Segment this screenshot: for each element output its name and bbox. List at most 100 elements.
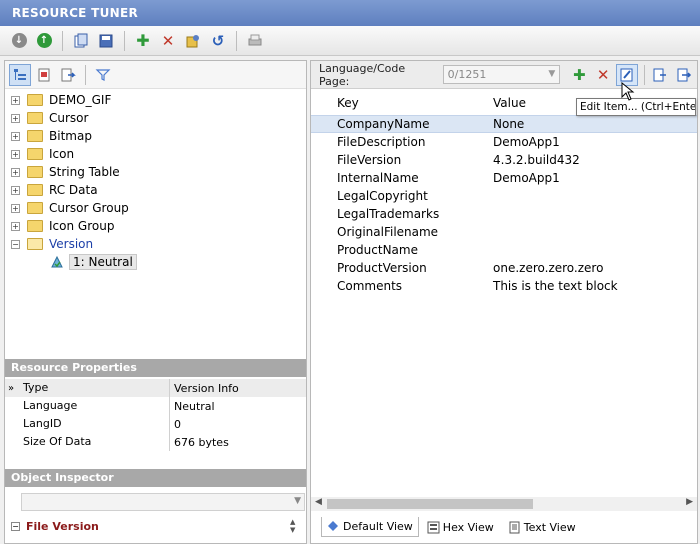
folder-icon: [27, 148, 43, 160]
code-page-select[interactable]: 0/1251 ▼: [442, 65, 561, 84]
tab-default-view[interactable]: Default View: [321, 517, 419, 537]
open-folder-icon: [27, 238, 43, 250]
property-value: 0: [174, 417, 181, 431]
property-row[interactable]: LangID 0: [5, 415, 306, 433]
tab-hex-view[interactable]: Hex View: [421, 517, 500, 537]
tree-node-demo-gif[interactable]: + DEMO_GIF: [5, 91, 306, 109]
table-row[interactable]: LegalTrademarks: [311, 205, 697, 223]
property-row[interactable]: Size Of Data 676 bytes: [5, 433, 306, 451]
expand-icon[interactable]: +: [11, 221, 20, 231]
table-row[interactable]: InternalName DemoApp1: [311, 169, 697, 187]
filter-icon[interactable]: [92, 64, 114, 86]
delete-item-icon[interactable]: ✕: [592, 64, 614, 86]
property-key: Size Of Data: [19, 433, 170, 451]
collapse-icon[interactable]: −: [11, 239, 20, 249]
expand-icon[interactable]: +: [11, 185, 20, 195]
tree-node-cursor[interactable]: + Cursor: [5, 109, 306, 127]
open-file-icon[interactable]: [70, 30, 92, 52]
tab-text-view[interactable]: Text View: [502, 517, 582, 537]
column-header-value[interactable]: Value: [493, 96, 526, 110]
spin-icon[interactable]: ▲ ▼: [290, 518, 300, 534]
property-key: Type: [19, 379, 170, 397]
undo-icon[interactable]: ↺: [207, 30, 229, 52]
table-row[interactable]: CompanyName None: [311, 115, 697, 133]
move-up-icon[interactable]: ↑: [33, 30, 55, 52]
folder-icon: [27, 130, 43, 142]
scroll-right-icon[interactable]: ▶: [686, 497, 693, 507]
resource-properties-header: Resource Properties: [5, 359, 306, 377]
export-icon[interactable]: [57, 64, 79, 86]
table-row[interactable]: LegalCopyright: [311, 187, 697, 205]
tree-node-icon-group[interactable]: + Icon Group: [5, 217, 306, 235]
row-key: CompanyName: [337, 117, 430, 131]
property-row[interactable]: Language Neutral: [5, 397, 306, 415]
tab-label: Hex View: [442, 520, 494, 534]
tree-node-string-table[interactable]: + String Table: [5, 163, 306, 181]
table-row[interactable]: ProductName: [311, 241, 697, 259]
row-key: FileDescription: [337, 135, 426, 149]
tree-node-icon[interactable]: + Icon: [5, 145, 306, 163]
expand-icon[interactable]: +: [11, 149, 20, 159]
table-row[interactable]: FileDescription DemoApp1: [311, 133, 697, 151]
table-row[interactable]: ProductVersion one.zero.zero.zero: [311, 259, 697, 277]
table-row[interactable]: Comments This is the text block: [311, 277, 697, 295]
object-inspector-select[interactable]: ▼: [21, 493, 305, 511]
table-row[interactable]: OriginalFilename: [311, 223, 697, 241]
file-version-group[interactable]: − File Version ▲ ▼: [5, 517, 306, 535]
collapse-icon[interactable]: −: [11, 521, 20, 531]
add-item-icon[interactable]: ✚: [568, 64, 590, 86]
editor-toolbar: Language/Code Page: 0/1251 ▼ ✚ ✕: [311, 61, 697, 89]
property-value: Version Info: [174, 381, 239, 395]
expand-icon[interactable]: +: [11, 95, 20, 105]
horizontal-scrollbar[interactable]: ◀ ▶: [311, 497, 697, 511]
properties-icon[interactable]: [182, 30, 204, 52]
toolbar-separator: [236, 30, 237, 51]
language-code-page-label: Language/Code Page:: [319, 61, 406, 88]
resource-properties-grid: » Type Version Info Language Neutral LangID…: [5, 379, 306, 451]
scrollbar-thumb[interactable]: [327, 499, 533, 509]
property-key: LangID: [19, 415, 170, 433]
tree-view-icon[interactable]: [9, 63, 31, 86]
toolbar-separator: [85, 64, 86, 85]
tree-node-cursor-group[interactable]: + Cursor Group: [5, 199, 306, 217]
tree-node-label: 1: Neutral: [69, 254, 137, 270]
move-down-icon[interactable]: ↓: [8, 30, 30, 52]
left-pane: + DEMO_GIF + Cursor + Bitmap + Icon + String …: [4, 60, 307, 544]
row-key: LegalCopyright: [337, 189, 428, 203]
import-icon[interactable]: [649, 64, 671, 86]
tree-node-rc-data[interactable]: + RC Data: [5, 181, 306, 199]
main-toolbar: ↓ ↑ ✚ ✕ ↺: [0, 26, 700, 56]
tree-node-label: String Table: [49, 165, 120, 179]
export-item-icon[interactable]: [673, 64, 695, 86]
toolbar-separator: [644, 64, 646, 85]
row-key: ProductName: [337, 243, 418, 257]
add-icon[interactable]: ✚: [132, 30, 154, 52]
resource-list-icon[interactable]: [33, 64, 55, 86]
tree-node-neutral[interactable]: 1: Neutral: [5, 253, 306, 271]
print-icon[interactable]: [244, 30, 266, 52]
expand-icon[interactable]: +: [11, 131, 20, 141]
tree-node-bitmap[interactable]: + Bitmap: [5, 127, 306, 145]
tab-label: Text View: [523, 520, 576, 534]
delete-icon[interactable]: ✕: [157, 30, 179, 52]
tree-node-label: Version: [49, 237, 94, 251]
row-key: LegalTrademarks: [337, 207, 440, 221]
expand-icon[interactable]: +: [11, 203, 20, 213]
save-file-icon[interactable]: [95, 30, 117, 52]
view-tabs: Default View Hex View Text View: [311, 515, 697, 537]
tree-node-version[interactable]: − Version: [5, 235, 306, 253]
tree-node-label: Icon Group: [49, 219, 115, 233]
version-info-table: Key Value CompanyName None FileDescriptio…: [311, 91, 697, 493]
expand-icon[interactable]: +: [11, 167, 20, 177]
scroll-left-icon[interactable]: ◀: [315, 497, 322, 507]
row-value: DemoApp1: [493, 135, 560, 149]
edit-item-tooltip: Edit Item... (Ctrl+Enter): [576, 98, 696, 116]
row-value: 4.3.2.build432: [493, 153, 580, 167]
tree-node-label: Icon: [49, 147, 75, 161]
row-key: FileVersion: [337, 153, 402, 167]
expand-icon[interactable]: +: [11, 113, 20, 123]
table-row[interactable]: FileVersion 4.3.2.build432: [311, 151, 697, 169]
property-row[interactable]: » Type Version Info: [5, 379, 306, 397]
row-key: OriginalFilename: [337, 225, 439, 239]
column-header-key[interactable]: Key: [337, 96, 493, 110]
